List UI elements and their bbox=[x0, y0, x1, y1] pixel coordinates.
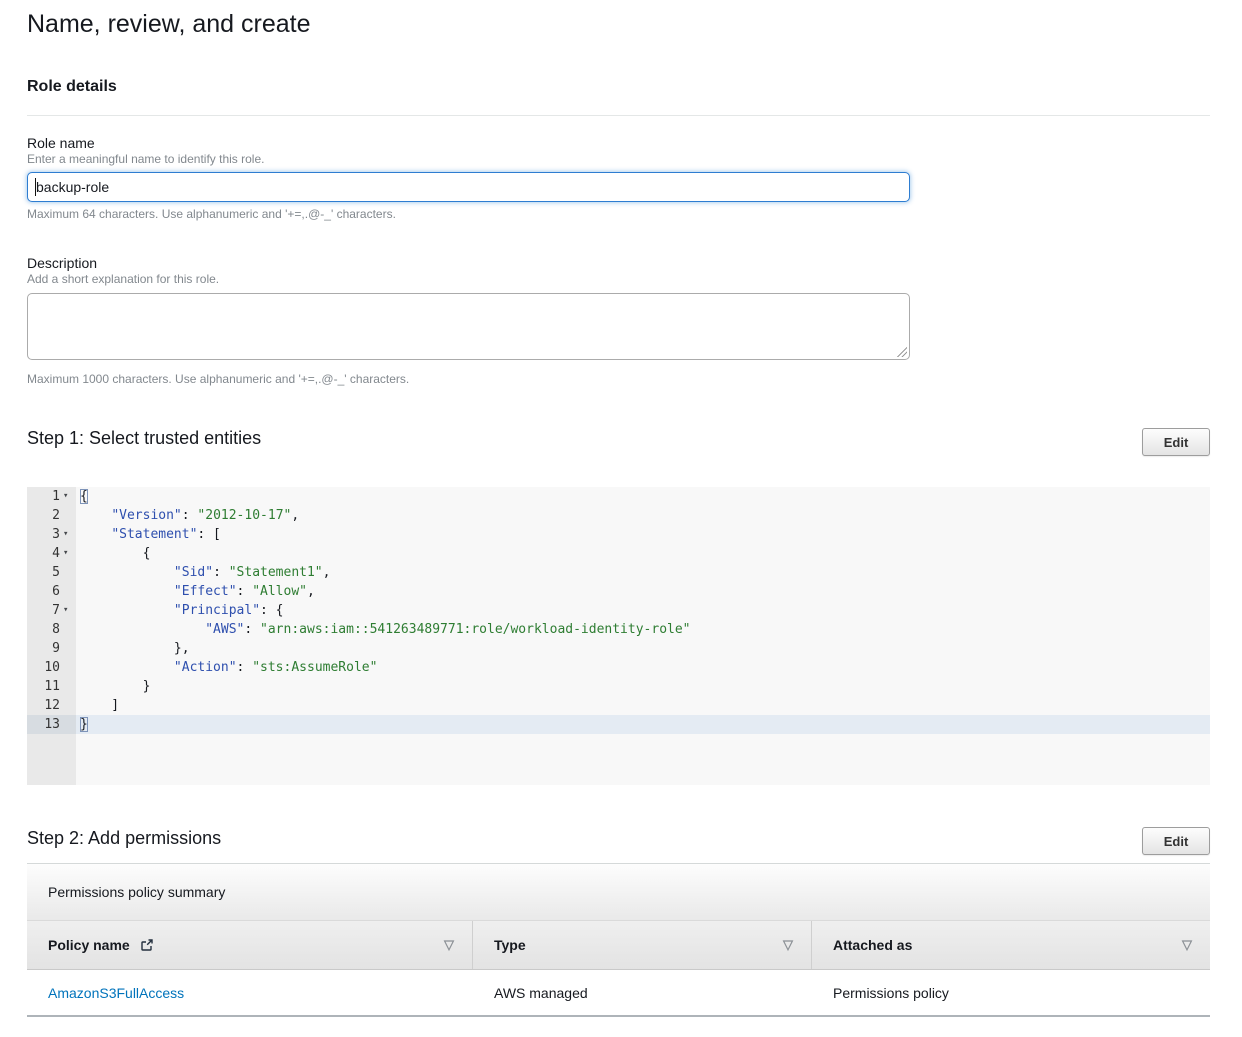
editor-line: 13} bbox=[27, 715, 1210, 734]
code-line-text: } bbox=[76, 677, 1210, 696]
step1-edit-button[interactable]: Edit bbox=[1142, 428, 1210, 456]
line-number: 4 bbox=[27, 544, 63, 563]
role-name-help: Enter a meaningful name to identify this… bbox=[27, 152, 264, 167]
code-line-text: }, bbox=[76, 639, 1210, 658]
role-details-divider bbox=[27, 115, 1210, 116]
line-number: 6 bbox=[27, 582, 63, 601]
description-help: Add a short explanation for this role. bbox=[27, 272, 219, 287]
cell-policy-name: AmazonS3FullAccess bbox=[27, 970, 473, 1015]
sort-icon: ▽ bbox=[783, 937, 793, 953]
code-line-text: "Statement": [ bbox=[76, 525, 1210, 544]
sort-icon: ▽ bbox=[1182, 937, 1192, 953]
fold-toggle-icon[interactable]: ▾ bbox=[63, 601, 76, 620]
fold-toggle-icon[interactable]: ▾ bbox=[63, 525, 76, 544]
step1-heading: Step 1: Select trusted entities bbox=[27, 426, 261, 450]
editor-line: 6 "Effect": "Allow", bbox=[27, 582, 1210, 601]
page-title: Name, review, and create bbox=[27, 8, 310, 40]
role-details-heading: Role details bbox=[27, 78, 117, 96]
fold-toggle-icon[interactable]: ▾ bbox=[63, 544, 76, 563]
description-textarea[interactable] bbox=[27, 293, 910, 360]
sort-icon: ▽ bbox=[444, 937, 454, 953]
code-line-text: } bbox=[76, 715, 1210, 734]
code-line-text: ] bbox=[76, 696, 1210, 715]
cell-type: AWS managed bbox=[473, 970, 812, 1015]
name-review-create-page: Name, review, and create Role details Ro… bbox=[0, 0, 1242, 1037]
editor-line: 7▾ "Principal": { bbox=[27, 601, 1210, 620]
code-line-text: "Sid": "Statement1", bbox=[76, 563, 1210, 582]
column-header-type[interactable]: Type ▽ bbox=[473, 921, 812, 969]
editor-line: 11 } bbox=[27, 677, 1210, 696]
line-number: 10 bbox=[27, 658, 63, 677]
table-row: AmazonS3FullAccess AWS managed Permissio… bbox=[27, 970, 1210, 1017]
permissions-panel-title: Permissions policy summary bbox=[48, 884, 225, 900]
editor-line: 3▾ "Statement": [ bbox=[27, 525, 1210, 544]
line-number: 7 bbox=[27, 601, 63, 620]
line-number: 8 bbox=[27, 620, 63, 639]
permissions-panel-header: Permissions policy summary bbox=[27, 864, 1210, 921]
code-line-text: { bbox=[76, 544, 1210, 563]
code-line-text: "Principal": { bbox=[76, 601, 1210, 620]
editor-line: 10 "Action": "sts:AssumeRole" bbox=[27, 658, 1210, 677]
editor-line: 4▾ { bbox=[27, 544, 1210, 563]
role-name-input-wrap bbox=[27, 172, 910, 202]
code-line-text: { bbox=[76, 487, 1210, 506]
line-number: 12 bbox=[27, 696, 63, 715]
text-cursor bbox=[35, 178, 36, 196]
code-line-text: "Action": "sts:AssumeRole" bbox=[76, 658, 1210, 677]
editor-line: 12 ] bbox=[27, 696, 1210, 715]
line-number: 3 bbox=[27, 525, 63, 544]
external-link-icon bbox=[140, 938, 154, 955]
line-number: 2 bbox=[27, 506, 63, 525]
code-line-text: "Effect": "Allow", bbox=[76, 582, 1210, 601]
editor-line: 8 "AWS": "arn:aws:iam::541263489771:role… bbox=[27, 620, 1210, 639]
code-line-text: "Version": "2012-10-17", bbox=[76, 506, 1210, 525]
editor-line: 9 }, bbox=[27, 639, 1210, 658]
policy-editor[interactable]: 1▾{2 "Version": "2012-10-17",3▾ "Stateme… bbox=[27, 487, 1210, 785]
role-name-label: Role name bbox=[27, 134, 95, 152]
step2-edit-button[interactable]: Edit bbox=[1142, 827, 1210, 855]
step2-heading: Step 2: Add permissions bbox=[27, 826, 221, 850]
editor-line: 5 "Sid": "Statement1", bbox=[27, 563, 1210, 582]
role-name-input[interactable] bbox=[27, 172, 910, 202]
editor-line: 2 "Version": "2012-10-17", bbox=[27, 506, 1210, 525]
cell-attached-as: Permissions policy bbox=[812, 970, 1210, 1015]
fold-toggle-icon[interactable]: ▾ bbox=[63, 487, 76, 506]
description-label: Description bbox=[27, 254, 97, 272]
line-number: 13 bbox=[27, 715, 63, 734]
line-number: 5 bbox=[27, 563, 63, 582]
description-hint: Maximum 1000 characters. Use alphanumeri… bbox=[27, 372, 409, 387]
code-line-text: "AWS": "arn:aws:iam::541263489771:role/w… bbox=[76, 620, 1210, 639]
column-header-attached-as[interactable]: Attached as ▽ bbox=[812, 921, 1210, 969]
line-number: 1 bbox=[27, 487, 63, 506]
policy-link[interactable]: AmazonS3FullAccess bbox=[48, 985, 184, 1001]
role-name-hint: Maximum 64 characters. Use alphanumeric … bbox=[27, 207, 396, 222]
line-number: 11 bbox=[27, 677, 63, 696]
resize-handle-icon[interactable] bbox=[895, 345, 907, 357]
line-number: 9 bbox=[27, 639, 63, 658]
editor-line: 1▾{ bbox=[27, 487, 1210, 506]
column-header-policy-name[interactable]: Policy name ▽ bbox=[27, 921, 473, 969]
permissions-table-header: Policy name ▽ Type ▽ Attached as ▽ bbox=[27, 921, 1210, 970]
